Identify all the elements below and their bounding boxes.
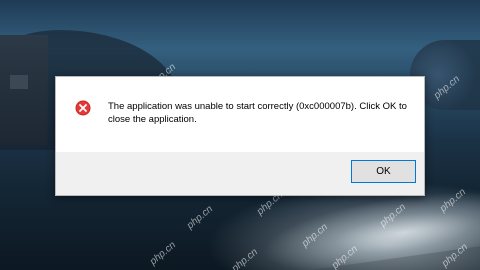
building-silhouette — [0, 35, 48, 145]
watermark: php.cn — [147, 239, 179, 268]
ok-button[interactable]: OK — [351, 160, 416, 183]
watermark: php.cn — [184, 203, 216, 232]
building-window — [10, 75, 28, 89]
dialog-footer: OK — [56, 152, 424, 195]
error-icon — [75, 100, 91, 116]
error-dialog: The application was unable to start corr… — [55, 76, 425, 196]
error-message: The application was unable to start corr… — [108, 101, 407, 125]
desktop-background: php.cn php.cn php.cn php.cn php.cn php.c… — [0, 0, 480, 270]
dialog-content: The application was unable to start corr… — [56, 77, 424, 152]
watermark: php.cn — [229, 246, 261, 270]
